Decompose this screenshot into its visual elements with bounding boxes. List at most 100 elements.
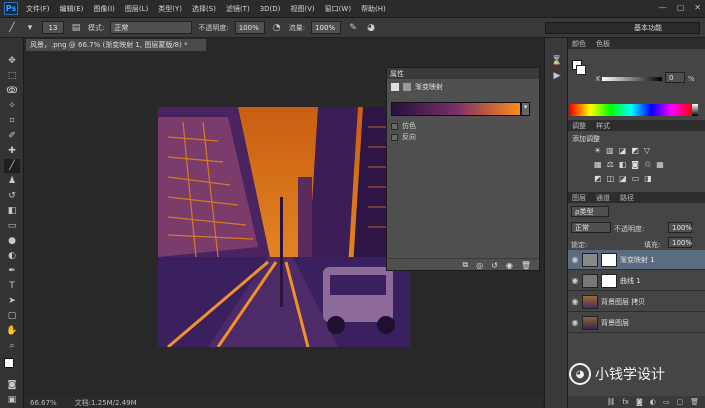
move-tool-icon[interactable]: ✥ <box>4 54 20 68</box>
layer-mask-thumbnail[interactable] <box>601 273 617 288</box>
brush-size-picker[interactable]: 13 <box>42 21 64 34</box>
levels-icon[interactable]: ▥ <box>606 146 614 155</box>
blur-tool-icon[interactable]: ● <box>4 234 20 248</box>
crop-tool-icon[interactable]: ⌗ <box>4 114 20 128</box>
quick-select-icon[interactable]: ✧ <box>4 99 20 113</box>
visibility-eye-icon[interactable]: ◉ <box>568 297 582 306</box>
zoom-level[interactable]: 66.67% <box>30 399 57 407</box>
bw-ramp[interactable] <box>692 104 698 116</box>
posterize-icon[interactable]: ◫ <box>607 174 615 183</box>
dodge-tool-icon[interactable]: ◐ <box>4 249 20 263</box>
brightness-icon[interactable]: ☀ <box>594 146 601 155</box>
menu-3d[interactable]: 3D(D) <box>260 5 281 13</box>
workspace-switcher[interactable]: 基本功能 <box>545 22 700 34</box>
gradient-map-icon[interactable]: ▭ <box>632 174 640 183</box>
layer-name[interactable]: 渐变映射 1 <box>620 255 655 265</box>
background-color-swatch[interactable] <box>576 65 586 75</box>
tab-layers[interactable]: 图层 <box>572 193 586 203</box>
menu-filter[interactable]: 滤镜(T) <box>226 4 250 14</box>
hand-tool-icon[interactable]: ✋ <box>4 324 20 338</box>
threshold-icon[interactable]: ◪ <box>619 174 627 183</box>
clone-stamp-icon[interactable]: ♟ <box>4 174 20 188</box>
layer-row-curves[interactable]: ◉ 曲线 1 <box>568 271 705 291</box>
invert-icon[interactable]: ◩ <box>594 174 602 183</box>
brush-tool-icon[interactable]: ╱ <box>4 159 20 173</box>
menu-select[interactable]: 选择(S) <box>192 4 216 14</box>
type-tool-icon[interactable]: T <box>4 279 20 293</box>
layer-name[interactable]: 背景图层 <box>601 318 629 328</box>
pressure-size-icon[interactable]: ◕ <box>365 22 377 34</box>
delete-layer-icon[interactable]: 🗑 <box>690 398 699 406</box>
layer-row-gradient-map[interactable]: ◉ 渐变映射 1 <box>568 250 705 270</box>
eraser-icon[interactable]: ◧ <box>4 204 20 218</box>
shape-tool-icon[interactable]: ▢ <box>4 309 20 323</box>
menu-image[interactable]: 图像(I) <box>93 4 115 14</box>
color-balance-icon[interactable]: ⚖ <box>607 160 614 169</box>
menu-window[interactable]: 窗口(W) <box>325 4 351 14</box>
lasso-tool-icon[interactable]: ↂ <box>4 84 20 98</box>
mode-select[interactable]: 正常 <box>110 21 193 34</box>
document-canvas-image[interactable] <box>158 107 410 347</box>
layer-name[interactable]: 背景图层 拷贝 <box>601 297 645 307</box>
reverse-option[interactable]: 反向 <box>391 132 416 142</box>
healing-brush-icon[interactable]: ✚ <box>4 144 20 158</box>
minimize-button[interactable]: — <box>659 3 667 12</box>
gradient-tool-icon[interactable]: ▭ <box>4 219 20 233</box>
screen-mode-icon[interactable]: ▣ <box>4 393 20 407</box>
layer-filter-select[interactable]: ρ类型 <box>571 206 609 217</box>
marquee-tool-icon[interactable]: ⬚ <box>4 69 20 83</box>
layer-name[interactable]: 曲线 1 <box>620 276 641 286</box>
curves-icon[interactable]: ◪ <box>619 146 627 155</box>
layer-opacity-input[interactable]: 100% <box>668 222 692 233</box>
quick-mask-icon[interactable]: ◙ <box>4 378 20 392</box>
tab-adjustments[interactable]: 调整 <box>572 121 586 131</box>
menu-help[interactable]: 帮助(H) <box>361 4 386 14</box>
visibility-icon[interactable]: ◉ <box>506 261 513 270</box>
foreground-color-swatch[interactable] <box>4 358 14 368</box>
zoom-tool-icon[interactable]: ⌕ <box>4 339 20 353</box>
photo-filter-icon[interactable]: ◙ <box>631 160 639 169</box>
menu-file[interactable]: 文件(F) <box>26 4 50 14</box>
hue-sat-icon[interactable]: ▦ <box>594 160 602 169</box>
menu-view[interactable]: 视图(V) <box>290 4 314 14</box>
close-button[interactable]: ✕ <box>694 3 701 12</box>
add-mask-icon[interactable]: ◙ <box>636 398 643 406</box>
visibility-eye-icon[interactable]: ◉ <box>568 255 582 264</box>
airbrush-icon[interactable]: ✎ <box>347 22 359 34</box>
history-icon[interactable]: ⌛ <box>549 54 565 68</box>
k-slider[interactable] <box>602 77 662 81</box>
brush-tool-icon[interactable]: ╱ <box>6 22 18 34</box>
mask-icon[interactable] <box>403 83 411 91</box>
vibrance-icon[interactable]: ▽ <box>644 146 650 155</box>
tab-styles[interactable]: 样式 <box>596 121 610 131</box>
history-brush-icon[interactable]: ↺ <box>4 189 20 203</box>
flow-input[interactable]: 100% <box>311 21 342 34</box>
dither-checkbox[interactable] <box>391 122 398 130</box>
gradient-dropdown-arrow[interactable]: ▾ <box>521 102 530 116</box>
opacity-input[interactable]: 100% <box>234 21 265 34</box>
trash-icon[interactable]: 🗑 <box>521 261 531 270</box>
layer-row-background-copy[interactable]: ◉ 背景图层 拷贝 <box>568 292 705 312</box>
brush-panel-icon[interactable]: ▤ <box>70 22 82 34</box>
bw-icon[interactable]: ◧ <box>619 160 627 169</box>
menu-type[interactable]: 类型(Y) <box>158 4 182 14</box>
exposure-icon[interactable]: ◩ <box>631 146 639 155</box>
eyedropper-icon[interactable]: ✐ <box>4 129 20 143</box>
tab-channels[interactable]: 通道 <box>596 193 610 203</box>
actions-icon[interactable]: ▶ <box>549 69 565 83</box>
properties-panel[interactable]: 属性 渐变映射 ▾ 仿色 反向 ⧉ ◎ ↺ ◉ 🗑 <box>386 67 540 271</box>
link-layers-icon[interactable]: ⛓ <box>606 398 615 406</box>
new-adjustment-icon[interactable]: ◐ <box>650 398 656 406</box>
tab-swatches[interactable]: 色板 <box>596 39 610 49</box>
new-group-icon[interactable]: ▭ <box>663 398 670 406</box>
selective-color-icon[interactable]: ◨ <box>644 174 652 183</box>
menu-edit[interactable]: 编辑(E) <box>60 4 84 14</box>
menu-layer[interactable]: 图层(L) <box>125 4 148 14</box>
chevron-down-icon[interactable]: ▾ <box>24 22 36 34</box>
tab-paths[interactable]: 路径 <box>620 193 634 203</box>
tab-color[interactable]: 颜色 <box>572 39 586 49</box>
k-value-input[interactable]: 0 <box>665 72 685 83</box>
color-lookup-icon[interactable]: ▦ <box>656 160 664 169</box>
gradient-preview-bar[interactable] <box>391 102 521 116</box>
pen-tool-icon[interactable]: ✒ <box>4 264 20 278</box>
